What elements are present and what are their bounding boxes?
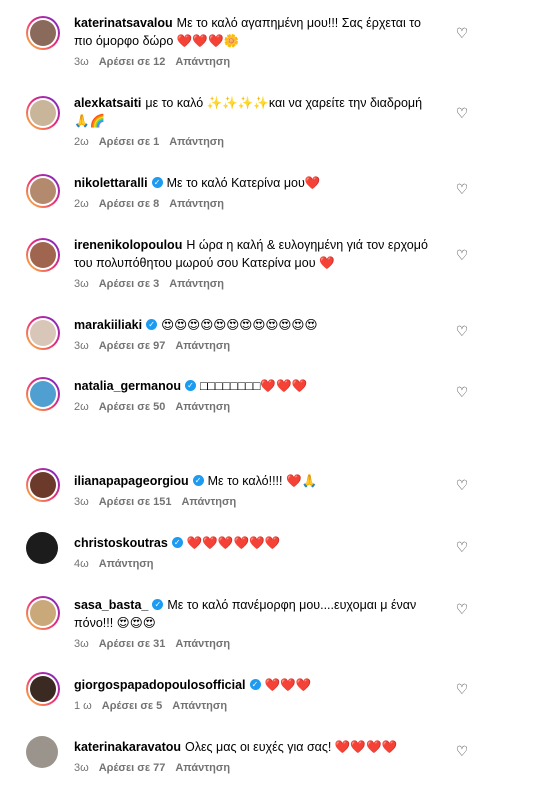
reply-button[interactable]: Απάντηση [172, 700, 227, 712]
avatar[interactable] [26, 736, 58, 768]
avatar[interactable] [26, 316, 60, 350]
comment-text: 😍😍😍😍😍😍😍😍😍😍😍😍 [161, 318, 318, 332]
comment-text: ❤️❤️❤️❤️❤️❤️ [186, 536, 281, 550]
verified-check-icon: ✓ [249, 679, 261, 691]
comment-username[interactable]: irenenikolopoulou [74, 238, 182, 252]
heart-outline-icon[interactable]: ♡ [455, 602, 469, 616]
avatar[interactable] [26, 96, 60, 130]
verified-check-icon: ✓ [192, 475, 204, 487]
comment-likes[interactable]: Αρέσει σε 8 [99, 198, 160, 210]
comment-username[interactable]: sasa_basta_ [74, 598, 148, 612]
avatar[interactable] [26, 174, 60, 208]
reply-button[interactable]: Απάντηση [175, 56, 230, 68]
heart-outline-icon[interactable]: ♡ [455, 106, 469, 120]
reply-button[interactable]: Απάντηση [175, 340, 230, 352]
comment-username[interactable]: ilianapapageorgiou [74, 474, 189, 488]
avatar[interactable] [26, 468, 60, 502]
comment-username[interactable]: christoskoutras [74, 536, 168, 550]
comment-time[interactable]: 2ω [74, 198, 89, 210]
reply-button[interactable]: Απάντηση [181, 496, 236, 508]
heart-outline-icon[interactable]: ♡ [455, 248, 469, 262]
heart-outline-icon[interactable]: ♡ [455, 682, 469, 696]
comment-time[interactable]: 3ω [74, 340, 89, 352]
comment-username[interactable]: natalia_germanou [74, 379, 181, 393]
comment-likes[interactable]: Αρέσει σε 5 [102, 700, 163, 712]
reply-button[interactable]: Απάντηση [175, 401, 230, 413]
comment-text: ❤️❤️❤️ [264, 678, 312, 692]
comment-username[interactable]: alexkatsaiti [74, 96, 141, 110]
reply-button[interactable]: Απάντηση [169, 198, 224, 210]
comment-text: Με το καλό!!!! ❤️🙏 [207, 474, 318, 488]
comment-time[interactable]: 2ω [74, 401, 89, 413]
reply-button[interactable]: Απάντηση [175, 638, 230, 650]
comment-time[interactable]: 3ω [74, 278, 89, 290]
comment-likes[interactable]: Αρέσει σε 1 [99, 136, 160, 148]
comment-likes[interactable]: Αρέσει σε 77 [99, 762, 166, 774]
reply-button[interactable]: Απάντηση [169, 136, 224, 148]
comment-text: □□□□□□□□❤️❤️❤️ [199, 379, 308, 393]
comment-text: Ολες μας οι ευχές για σας! ❤️❤️❤️❤️ [185, 740, 398, 754]
comment-likes[interactable]: Αρέσει σε 3 [99, 278, 160, 290]
comment-time[interactable]: 1 ω [74, 700, 92, 712]
avatar[interactable] [26, 532, 58, 564]
comment-username[interactable]: katerinatsavalou [74, 16, 173, 30]
comment-likes[interactable]: Αρέσει σε 31 [99, 638, 166, 650]
comment-time[interactable]: 3ω [74, 56, 89, 68]
comment-likes[interactable]: Αρέσει σε 97 [99, 340, 166, 352]
comment-username[interactable]: katerinakaravatou [74, 740, 181, 754]
avatar[interactable] [26, 672, 60, 706]
comment-time[interactable]: 3ω [74, 638, 89, 650]
comment-time[interactable]: 3ω [74, 762, 89, 774]
heart-outline-icon[interactable]: ♡ [455, 478, 469, 492]
avatar[interactable] [26, 377, 60, 411]
comment-username[interactable]: giorgospapadopoulosofficial [74, 678, 246, 692]
verified-check-icon: ✓ [151, 177, 163, 189]
comment-text: Με το καλό Κατερίνα μου❤️ [166, 176, 321, 190]
comment-time[interactable]: 4ω [74, 558, 89, 570]
avatar[interactable] [26, 596, 60, 630]
verified-check-icon: ✓ [146, 319, 158, 331]
comment-time[interactable]: 2ω [74, 136, 89, 148]
comment-time[interactable]: 3ω [74, 496, 89, 508]
reply-button[interactable]: Απάντηση [99, 558, 154, 570]
heart-outline-icon[interactable]: ♡ [455, 540, 469, 554]
verified-check-icon: ✓ [171, 537, 183, 549]
reply-button[interactable]: Απάντηση [175, 762, 230, 774]
verified-check-icon: ✓ [152, 599, 164, 611]
comment-username[interactable]: marakiiliaki [74, 318, 142, 332]
comment-likes[interactable]: Αρέσει σε 50 [99, 401, 166, 413]
heart-outline-icon[interactable]: ♡ [455, 744, 469, 758]
comment-username[interactable]: nikolettaralli [74, 176, 148, 190]
verified-check-icon: ✓ [184, 380, 196, 392]
heart-outline-icon[interactable]: ♡ [455, 26, 469, 40]
avatar[interactable] [26, 238, 60, 272]
comment-likes[interactable]: Αρέσει σε 151 [99, 496, 172, 508]
avatar[interactable] [26, 16, 60, 50]
heart-outline-icon[interactable]: ♡ [455, 385, 469, 399]
reply-button[interactable]: Απάντηση [169, 278, 224, 290]
comment-likes[interactable]: Αρέσει σε 12 [99, 56, 166, 68]
heart-outline-icon[interactable]: ♡ [455, 324, 469, 338]
heart-outline-icon[interactable]: ♡ [455, 182, 469, 196]
